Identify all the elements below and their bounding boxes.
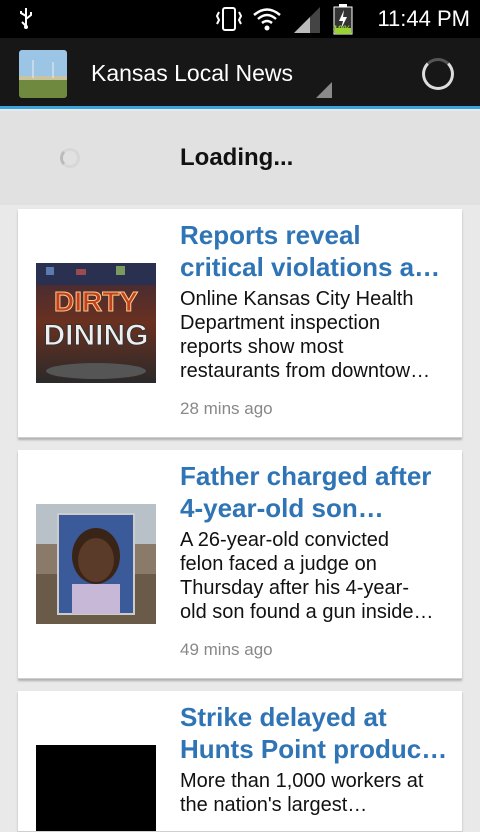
article-summary: A 26-year-old convicted felon faced a ju…	[180, 529, 434, 623]
refresh-progress-icon[interactable]	[422, 58, 454, 90]
clock: 11:44 PM	[377, 6, 470, 31]
app-title[interactable]: Kansas Local News	[91, 60, 293, 87]
article-summary: Online Kansas City Health Department ins…	[180, 288, 431, 382]
article-summary: More than 1,000 workers at the nation's …	[180, 770, 424, 816]
article-thumbnail: DIRTY DINING	[36, 263, 156, 383]
battery-charging-icon	[332, 4, 354, 42]
app-logo[interactable]	[19, 50, 67, 98]
svg-text:DINING: DINING	[44, 319, 149, 352]
action-bar-accent-line	[0, 106, 480, 109]
article-timestamp: 49 mins ago	[180, 640, 273, 659]
loading-banner: Loading...	[0, 111, 480, 205]
article-title[interactable]: Father charged after 4-year-old son…	[180, 460, 448, 524]
article-thumbnail	[36, 504, 156, 624]
article-card[interactable]: DIRTY DINING Reports reveal critical vio…	[18, 209, 462, 438]
signal-icon	[292, 6, 322, 40]
article-title[interactable]: Reports reveal critical violations at…	[180, 219, 448, 283]
battery-percent: 18%	[333, 24, 352, 34]
article-timestamp: 28 mins ago	[180, 399, 273, 418]
svg-text:DIRTY: DIRTY	[54, 286, 138, 317]
article-card[interactable]: Father charged after 4-year-old son… A 2…	[18, 450, 462, 679]
vibrate-icon	[214, 6, 244, 38]
status-bar: 18% 11:44 PM	[0, 0, 480, 38]
article-title[interactable]: Strike delayed at Hunts Point produc…	[180, 701, 448, 765]
wifi-icon	[252, 6, 282, 38]
usb-icon	[16, 6, 36, 36]
article-thumbnail	[36, 745, 156, 831]
dropdown-indicator-icon[interactable]	[316, 82, 332, 98]
loading-text: Loading...	[180, 144, 294, 171]
action-bar: Kansas Local News	[0, 38, 480, 109]
article-card[interactable]: Strike delayed at Hunts Point produc… Mo…	[18, 691, 462, 832]
loading-spinner-icon	[60, 148, 80, 168]
